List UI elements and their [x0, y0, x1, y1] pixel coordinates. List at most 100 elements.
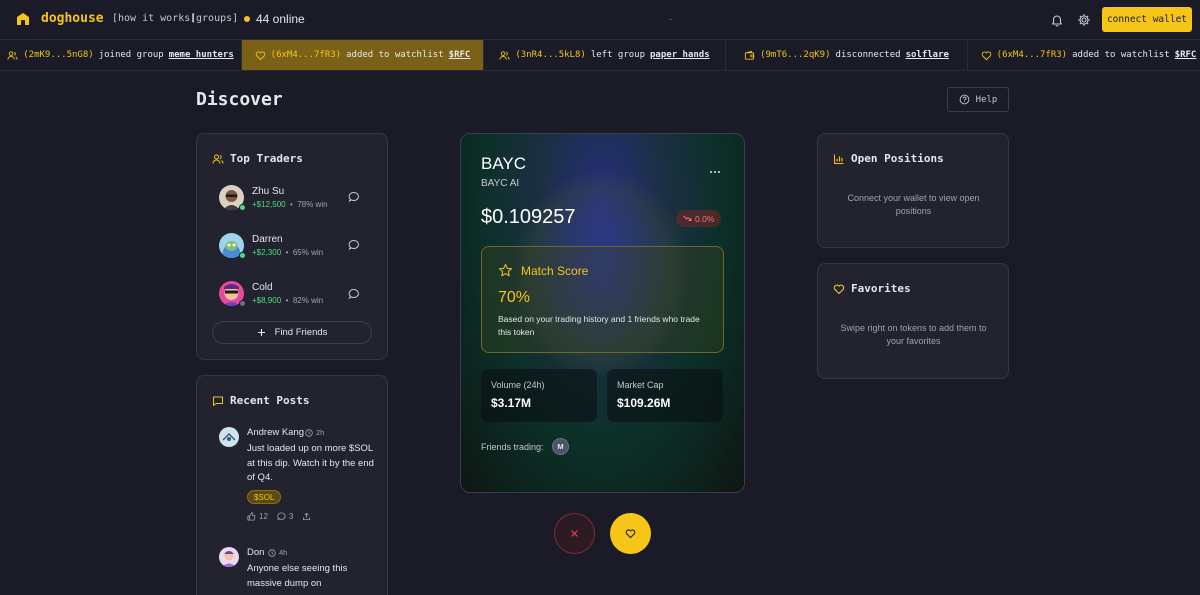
ticker-action: added to watchlist — [1072, 50, 1170, 60]
trader-row[interactable]: Cold +$8,900 • 82% win — [219, 281, 369, 309]
message-icon[interactable] — [348, 288, 360, 300]
post-time: 2h — [305, 428, 324, 437]
trader-name[interactable]: Darren — [252, 234, 283, 245]
volume-stat: Volume (24h) $3.17M — [481, 369, 597, 422]
chat-square-icon — [213, 396, 223, 406]
bell-icon[interactable] — [1050, 13, 1064, 27]
ticker-target-link[interactable]: $RFC — [1175, 50, 1197, 60]
find-friends-button[interactable]: Find Friends — [212, 321, 372, 344]
like-action[interactable]: 12 — [247, 512, 268, 521]
trader-pnl: +$8,900 — [252, 296, 282, 305]
heart-icon — [981, 51, 991, 60]
post-time: 4h — [268, 548, 287, 557]
ticker-target-link[interactable]: paper_hands — [650, 50, 710, 60]
page-title: Discover — [196, 89, 283, 110]
trader-name[interactable]: Zhu Su — [252, 186, 284, 197]
market-cap-stat: Market Cap $109.26M — [607, 369, 723, 422]
share-action[interactable] — [302, 512, 311, 521]
ticker-action: disconnected — [835, 50, 901, 60]
plus-icon — [257, 329, 265, 336]
ticker-target-link[interactable]: solflare — [906, 50, 949, 60]
comment-action[interactable]: 3 — [277, 512, 293, 521]
online-status-dot — [239, 204, 246, 211]
doghouse-logo-icon[interactable] — [16, 12, 30, 26]
connect-wallet-button[interactable]: connect wallet — [1102, 7, 1192, 32]
message-icon[interactable] — [348, 191, 360, 203]
share-icon — [303, 512, 311, 521]
heart-icon — [255, 51, 265, 60]
bar-chart-icon — [834, 154, 844, 164]
activity-ticker: (2mK9...5nG8) joined group meme_hunters … — [0, 40, 1200, 71]
recent-posts-heading: Recent Posts — [212, 394, 309, 407]
match-score-description: Based on your trading history and 1 frie… — [498, 314, 700, 337]
ticker-item[interactable]: (2mK9...5nG8) joined group meme_hunters — [0, 40, 242, 70]
online-count: 44 online — [244, 12, 305, 26]
offline-status-dot — [239, 300, 246, 307]
message-icon[interactable] — [348, 239, 360, 251]
more-options-icon[interactable] — [709, 170, 721, 174]
ticker-action: added to watchlist — [346, 50, 444, 60]
users-icon — [499, 50, 510, 60]
match-score-box: Match Score 70% Based on your trading hi… — [481, 246, 724, 353]
users-icon — [7, 50, 18, 60]
nav-groups[interactable]: [groups] — [190, 13, 238, 24]
friends-trading-label: Friends trading: — [481, 442, 544, 452]
token-tag[interactable]: $SOL — [247, 490, 282, 504]
match-score-heading: Match Score — [498, 263, 588, 278]
top-traders-heading: Top Traders — [212, 152, 303, 165]
nav-how-it-works[interactable]: [how it works] — [112, 13, 196, 24]
volume-value: $3.17M — [491, 396, 532, 410]
find-friends-label: Find Friends — [274, 327, 328, 338]
help-button[interactable]: Help — [947, 87, 1009, 112]
favorites-title: Favorites — [851, 282, 911, 295]
price-change-badge: 0.0% — [676, 210, 722, 227]
post-time-text: 4h — [279, 548, 288, 557]
ticker-address: (2mK9...5nG8) — [23, 50, 94, 60]
trader-row[interactable]: Darren +$2,300 • 65% win — [219, 233, 369, 261]
token-name: BAYC AI — [481, 178, 520, 189]
ticker-item[interactable]: (6xM4...7fR3) added to watchlist $RFC — [242, 40, 484, 70]
pass-button[interactable] — [554, 513, 595, 554]
wallet-icon — [744, 50, 755, 60]
brand-name[interactable]: doghouse — [41, 11, 104, 26]
ticker-item[interactable]: (6xM4...7fR3) added to watchlist $RFC — [968, 40, 1200, 70]
open-positions-panel: Open Positions Connect your wallet to vi… — [817, 133, 1009, 248]
ticker-action: joined group — [98, 50, 164, 60]
trader-name[interactable]: Cold — [252, 282, 273, 293]
trader-winrate: 82% win — [292, 296, 324, 305]
trader-winrate: 78% win — [297, 200, 328, 209]
post-author[interactable]: Don — [247, 547, 264, 558]
ticker-action: left group — [590, 50, 646, 60]
top-traders-title: Top Traders — [230, 152, 303, 165]
separator: • — [285, 248, 289, 257]
ticker-target-link[interactable]: meme_hunters — [169, 50, 234, 60]
post-body: Just loaded up on more $SOL at this dip.… — [247, 443, 374, 483]
ticker-address: (3nR4...5kL8) — [515, 50, 586, 60]
like-button[interactable] — [610, 513, 651, 554]
trader-pnl: +$2,300 — [252, 248, 282, 257]
online-count-text: 44 online — [256, 12, 305, 26]
post-author[interactable]: Andrew Kang — [247, 427, 304, 438]
open-positions-empty: Connect your wallet to view open positio… — [847, 193, 980, 216]
ticker-item[interactable]: (9mT6...2qK9) disconnected solflare — [726, 40, 968, 70]
token-symbol: BAYC — [481, 154, 527, 173]
ticker-item[interactable]: (3nR4...5kL8) left group paper_hands — [484, 40, 726, 70]
trader-stats: +$2,300 • 65% win — [252, 248, 323, 257]
token-card[interactable]: BAYC BAYC AI $0.109257 0.0% Match Score … — [460, 133, 745, 493]
gear-icon[interactable] — [1077, 13, 1091, 27]
friend-avatar[interactable]: M — [552, 438, 569, 455]
close-icon — [571, 530, 578, 537]
separator: • — [285, 296, 289, 305]
post-actions: 12 3 — [247, 512, 316, 521]
post-body: Anyone else seeing this massive dump on — [247, 563, 348, 589]
trader-row[interactable]: Zhu Su +$12,500 • 78% win — [219, 185, 369, 213]
avatar[interactable] — [219, 547, 239, 567]
avatar[interactable] — [219, 427, 239, 447]
heart-icon — [833, 284, 845, 294]
match-score-title: Match Score — [521, 263, 589, 278]
ticker-address: (9mT6...2qK9) — [760, 50, 831, 60]
divider-mark — [669, 19, 672, 20]
open-positions-title: Open Positions — [851, 152, 944, 165]
ticker-target-link[interactable]: $RFC — [449, 50, 471, 60]
market-cap-label: Market Cap — [617, 380, 664, 390]
